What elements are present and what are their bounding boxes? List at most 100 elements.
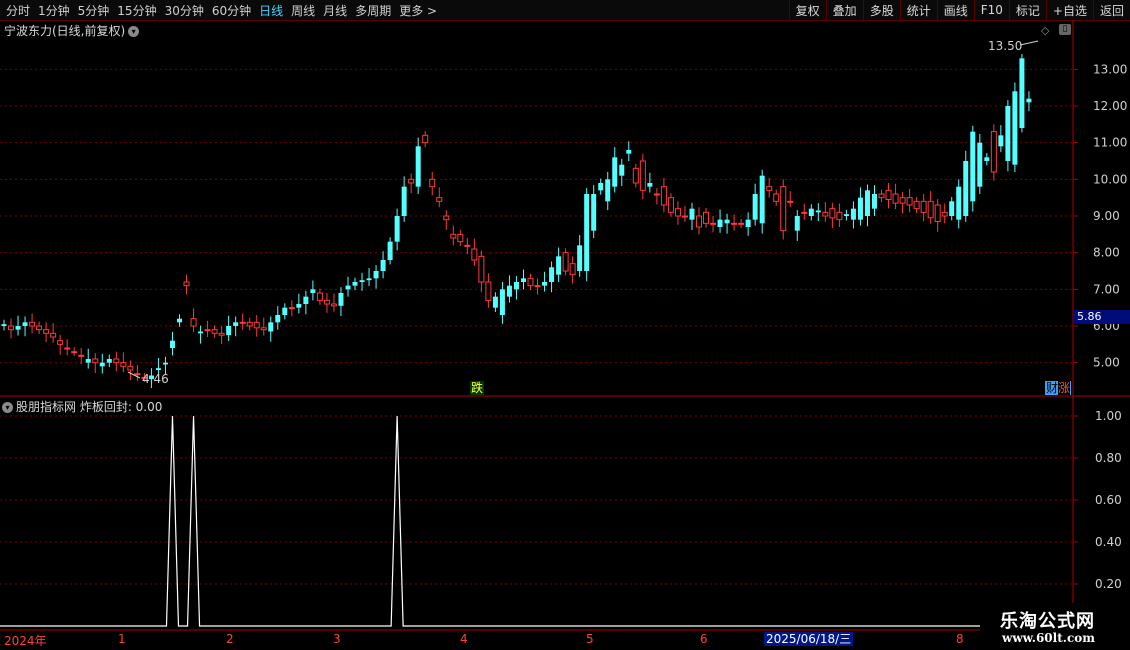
indicator-tick-label: 0.60 xyxy=(1095,493,1122,507)
candle-body-up xyxy=(639,160,646,191)
candle-body-up xyxy=(990,131,997,173)
candle-body-up xyxy=(653,193,660,196)
candle-body-down xyxy=(169,340,175,348)
candle-body-up xyxy=(780,186,787,232)
candle-body-down xyxy=(226,326,232,336)
candle-body-up xyxy=(260,327,267,331)
candle-body-down xyxy=(359,280,365,282)
candle-body-down xyxy=(282,307,288,315)
indicator-title[interactable]: ▾ 股朋指标网 炸板回封: 0.00 xyxy=(2,398,162,415)
candle-body-up xyxy=(408,178,415,184)
candle-body-down xyxy=(794,216,800,231)
candle-body-down xyxy=(843,214,849,216)
candle-body-up xyxy=(50,332,57,338)
current-price-tag: 5.86 xyxy=(1074,310,1130,324)
candle-body-down xyxy=(506,285,512,297)
candle-body-up xyxy=(57,340,64,345)
candle-body-down xyxy=(689,208,695,220)
candle-body-down xyxy=(387,241,393,260)
candle-body-down xyxy=(345,285,351,290)
candle-body-up xyxy=(766,186,773,191)
candle-body-down xyxy=(984,157,990,161)
price-tick-label: 7.00 xyxy=(1093,282,1120,296)
candle-body-down xyxy=(338,293,344,306)
candle-body-up xyxy=(127,365,134,371)
candle-body-up xyxy=(183,281,190,287)
candle-body-up xyxy=(829,208,836,219)
candle-body-down xyxy=(949,201,955,216)
candle-body-up xyxy=(801,211,808,214)
candle-body-down xyxy=(366,278,372,281)
indicator-tick-label: 0.20 xyxy=(1095,577,1122,591)
candle-body-down xyxy=(977,142,983,187)
high-arrow xyxy=(1019,40,1039,46)
candle-body-up xyxy=(927,200,934,219)
indicator-title-text: 股朋指标网 炸板回封: 0.00 xyxy=(16,400,163,414)
candle-body-up xyxy=(485,281,492,301)
low-price-label: 4.46 xyxy=(142,372,169,386)
crosshair-date: 2025/06/18/三 xyxy=(764,632,854,646)
candle-body-up xyxy=(934,204,941,222)
candle-body-down xyxy=(401,186,407,216)
candle-body-down xyxy=(162,362,168,365)
date-axis: 2025/06/18/三 2024年 1 2 3 4 5 6 8 xyxy=(0,631,980,650)
watermark: 乐淘公式网 www.60lt.com xyxy=(980,603,1130,650)
candle-body-down xyxy=(591,194,597,231)
candle-body-down xyxy=(233,322,239,326)
candle-body-up xyxy=(674,208,681,217)
price-tick-label: 9.00 xyxy=(1093,209,1120,223)
date-label-1: 1 xyxy=(118,632,126,646)
candle-body-up xyxy=(190,318,197,327)
date-label-4: 4 xyxy=(460,632,468,646)
candle-body-down xyxy=(1012,91,1018,165)
candle-body-up xyxy=(703,211,710,224)
candle-body-up xyxy=(464,244,471,247)
candle-body-down xyxy=(275,315,281,323)
candle-body-down xyxy=(394,216,400,242)
indicator-tick-label: 0.40 xyxy=(1095,535,1122,549)
candle-body-down xyxy=(296,304,302,308)
candle-body-up xyxy=(899,197,906,204)
candle-body-down xyxy=(745,219,751,227)
candle-body-up xyxy=(113,358,120,364)
die-badge[interactable]: 跌 xyxy=(470,381,485,395)
date-label-8: 8 xyxy=(956,632,964,646)
candle-body-down xyxy=(556,256,562,275)
candle-body-down xyxy=(106,359,112,363)
cai-zhang-badge[interactable]: 财涨 xyxy=(1045,381,1072,395)
indicator-series-line xyxy=(0,415,980,627)
watermark-title: 乐淘公式网 xyxy=(1000,611,1095,632)
candle-body-down xyxy=(513,282,519,290)
candle-body-down xyxy=(619,164,625,176)
candle-body-up xyxy=(569,263,576,276)
date-label-6: 6 xyxy=(700,632,708,646)
candle-body-down xyxy=(647,183,653,187)
chart-canvas[interactable]: 13.0012.0011.0010.009.008.007.006.005.00… xyxy=(0,0,1130,650)
candle-body-down xyxy=(380,260,386,271)
candle-body-down xyxy=(970,131,976,202)
candle-body-up xyxy=(422,134,429,144)
candle-body-down xyxy=(759,175,765,224)
candle-body-down xyxy=(549,267,555,282)
candle-body-down xyxy=(177,318,183,323)
candle-body-down xyxy=(850,208,856,220)
candle-body-up xyxy=(695,215,702,228)
candle-body-down xyxy=(717,219,723,227)
chevron-down-icon[interactable]: ▾ xyxy=(2,402,13,413)
candle-body-down xyxy=(520,278,526,282)
candle-body-up xyxy=(822,211,829,217)
candle-body-down xyxy=(1005,106,1011,161)
candle-body-down xyxy=(605,179,611,202)
candle-body-up xyxy=(787,200,794,203)
candle-body-up xyxy=(941,211,948,217)
date-label-3: 3 xyxy=(333,632,341,646)
candle-body-up xyxy=(239,321,246,324)
candle-body-up xyxy=(71,351,78,354)
candle-body-up xyxy=(731,222,738,225)
candle-body-up xyxy=(471,248,478,261)
candle-body-up xyxy=(436,197,443,202)
candle-body-up xyxy=(211,329,218,334)
candle-body-up xyxy=(316,292,323,301)
candle-body-down xyxy=(871,194,877,209)
candle-body-up xyxy=(8,325,15,331)
